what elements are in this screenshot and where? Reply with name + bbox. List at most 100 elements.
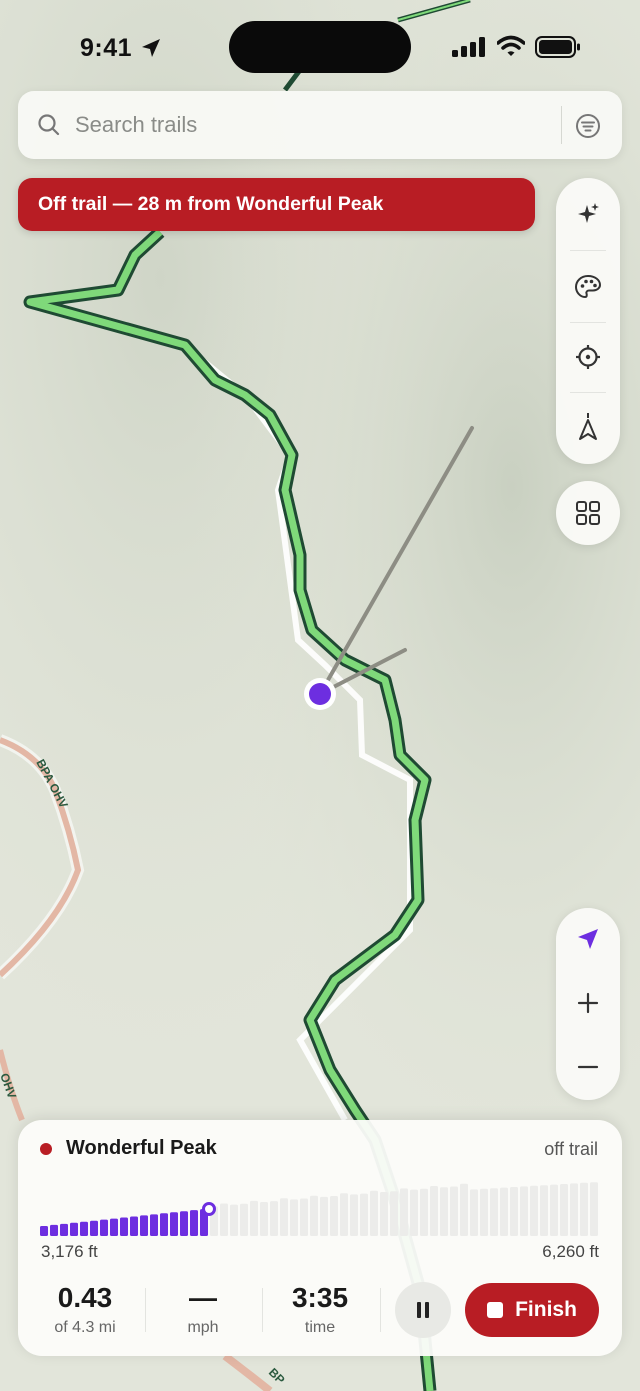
location-services-icon bbox=[142, 39, 160, 57]
distance-value: 0.43 bbox=[57, 1282, 113, 1313]
speed-label: mph bbox=[187, 1319, 219, 1336]
elevation-bar bbox=[160, 1213, 168, 1236]
time-value: 3:35 bbox=[291, 1282, 349, 1313]
elevation-bar bbox=[400, 1188, 408, 1236]
elevation-bar bbox=[430, 1186, 438, 1236]
elevation-bar bbox=[230, 1204, 238, 1236]
wifi-icon bbox=[497, 35, 525, 56]
elevation-bar bbox=[580, 1182, 588, 1236]
elevation-bar bbox=[110, 1218, 118, 1236]
trail-status-label: off trail bbox=[544, 1139, 598, 1159]
elevation-bar bbox=[440, 1187, 448, 1236]
crosshair-icon bbox=[576, 345, 600, 369]
distance-stat: 0.43 of 4.3 mi bbox=[30, 1280, 140, 1337]
time-stat: 3:35 time bbox=[265, 1280, 375, 1337]
location-arrow-icon bbox=[578, 929, 598, 949]
elevation-bar bbox=[120, 1217, 128, 1236]
elevation-bar bbox=[560, 1184, 568, 1236]
elevation-bar bbox=[390, 1191, 398, 1236]
elevation-bar bbox=[60, 1223, 68, 1236]
elevation-bar bbox=[50, 1224, 58, 1236]
dynamic-island bbox=[229, 21, 411, 73]
elevation-bar bbox=[550, 1184, 558, 1236]
elevation-bar bbox=[310, 1195, 318, 1236]
elevation-bar bbox=[450, 1186, 458, 1236]
battery-icon bbox=[535, 36, 580, 58]
elevation-bar bbox=[340, 1193, 348, 1236]
status-time: 9:41 bbox=[80, 34, 133, 62]
elevation-bar bbox=[280, 1198, 288, 1236]
elevation-bar bbox=[320, 1196, 328, 1236]
compass-arrow-icon bbox=[579, 413, 597, 440]
zoom-in-button[interactable] bbox=[556, 970, 620, 1036]
finish-label: Finish bbox=[515, 1298, 577, 1321]
ai-assist-button[interactable] bbox=[556, 180, 620, 250]
plus-icon bbox=[577, 992, 599, 1014]
elevation-bar bbox=[490, 1188, 498, 1236]
elevation-bar bbox=[300, 1198, 308, 1236]
elevation-bar bbox=[420, 1188, 428, 1236]
elevation-bar bbox=[70, 1222, 78, 1236]
elevation-bar bbox=[370, 1190, 378, 1236]
alert-banner-text: Off trail — 28 m from Wonderful Peak bbox=[38, 193, 384, 215]
elevation-bar bbox=[350, 1194, 358, 1236]
elevation-bar bbox=[380, 1192, 388, 1236]
elevation-bar bbox=[240, 1203, 248, 1236]
elevation-profile[interactable] bbox=[40, 1176, 600, 1240]
elevation-bar bbox=[40, 1226, 48, 1236]
elevation-bar bbox=[460, 1183, 468, 1236]
search-input[interactable]: Search trails bbox=[75, 112, 197, 138]
elevation-bar bbox=[590, 1182, 598, 1236]
elevation-bar bbox=[190, 1210, 198, 1236]
pause-icon bbox=[417, 1302, 429, 1318]
elevation-bar bbox=[410, 1189, 418, 1236]
trail-name: Wonderful Peak bbox=[66, 1137, 217, 1159]
elevation-bar bbox=[330, 1196, 338, 1236]
elevation-bar bbox=[260, 1202, 268, 1236]
zoom-out-button[interactable] bbox=[556, 1034, 620, 1100]
speed-stat: — mph bbox=[148, 1280, 258, 1337]
elevation-low-label: 3,176 ft bbox=[41, 1242, 98, 1261]
compass-button[interactable] bbox=[556, 392, 620, 462]
elevation-bar bbox=[80, 1221, 88, 1236]
elevation-progress-marker bbox=[202, 1202, 216, 1216]
elevation-bar bbox=[170, 1212, 178, 1236]
grid-icon bbox=[576, 501, 600, 525]
elevation-bar bbox=[130, 1216, 138, 1236]
stat-divider bbox=[262, 1288, 263, 1332]
elevation-bar bbox=[510, 1187, 518, 1236]
elevation-bar bbox=[570, 1183, 578, 1236]
filter-icon[interactable] bbox=[575, 113, 601, 139]
elevation-bar bbox=[270, 1201, 278, 1236]
elevation-bar bbox=[540, 1185, 548, 1236]
search-divider bbox=[561, 106, 562, 144]
layers-button[interactable] bbox=[556, 481, 620, 545]
finish-button[interactable]: Finish bbox=[465, 1283, 599, 1337]
elevation-bar bbox=[470, 1189, 478, 1236]
elevation-bar bbox=[180, 1211, 188, 1236]
elevation-bar bbox=[530, 1185, 538, 1236]
elevation-high-label: 6,260 ft bbox=[542, 1242, 599, 1261]
elevation-bar bbox=[360, 1193, 368, 1236]
locate-button[interactable] bbox=[556, 322, 620, 392]
elevation-bar bbox=[250, 1200, 258, 1236]
elevation-bar bbox=[220, 1203, 228, 1236]
elevation-bar bbox=[520, 1186, 528, 1236]
elevation-bar bbox=[480, 1188, 488, 1236]
elevation-bar bbox=[140, 1215, 148, 1236]
stop-icon bbox=[487, 1302, 504, 1318]
time-label: time bbox=[304, 1319, 336, 1336]
toolbar-divider bbox=[570, 250, 606, 251]
status-bar: 9:41 bbox=[0, 0, 640, 90]
follow-location-button[interactable] bbox=[556, 906, 620, 972]
sparkles-icon bbox=[578, 203, 599, 223]
map-style-button[interactable] bbox=[556, 252, 620, 322]
minus-icon bbox=[577, 1065, 599, 1069]
stat-divider bbox=[380, 1288, 381, 1332]
stat-divider bbox=[145, 1288, 146, 1332]
elevation-bar bbox=[90, 1220, 98, 1236]
elevation-bar bbox=[290, 1199, 298, 1236]
search-icon bbox=[38, 114, 60, 136]
pause-button[interactable] bbox=[395, 1282, 451, 1338]
elevation-bar bbox=[500, 1187, 508, 1236]
